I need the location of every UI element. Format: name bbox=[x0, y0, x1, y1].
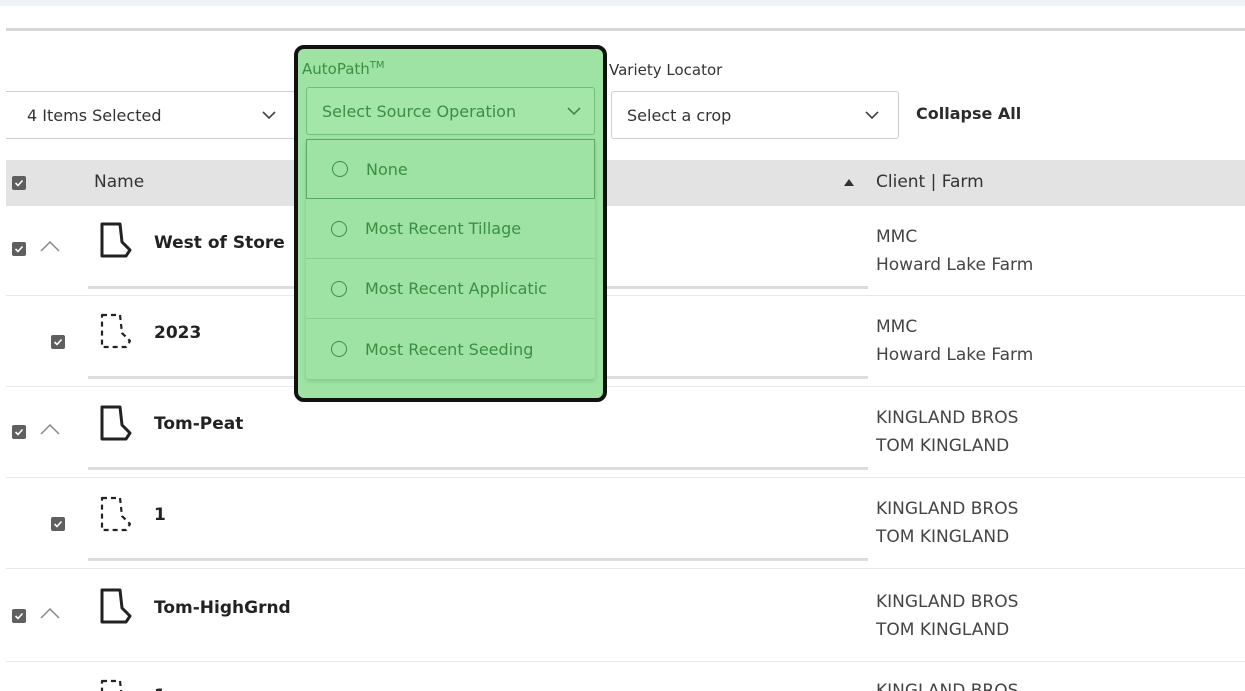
farm-name: TOM KINGLAND bbox=[876, 436, 1010, 456]
farm-name: Howard Lake Farm bbox=[876, 345, 1034, 365]
row-divider bbox=[6, 386, 1245, 387]
checkbox-checked-icon bbox=[53, 520, 63, 528]
field-name[interactable]: 1 bbox=[154, 686, 166, 691]
source-operation-dropdown[interactable]: Select Source Operation bbox=[306, 87, 595, 135]
autopath-label: AutoPathTM bbox=[302, 60, 385, 78]
radio-icon bbox=[331, 220, 347, 237]
client-farm-cell: KINGLAND BROS TOM KINGLAND bbox=[876, 404, 1018, 460]
items-select-value: 4 Items Selected bbox=[27, 105, 162, 125]
checkbox-checked-icon bbox=[14, 612, 24, 620]
client-farm-cell: KINGLAND BROS TOM KINGLAND bbox=[876, 588, 1018, 644]
checkbox-checked-icon bbox=[14, 428, 24, 436]
sub-field-boundary-icon bbox=[100, 496, 132, 532]
row-progress-bar bbox=[88, 467, 868, 470]
row-checkbox[interactable] bbox=[51, 335, 65, 349]
items-select-dropdown[interactable]: 4 Items Selected bbox=[6, 91, 296, 139]
field-boundary-icon bbox=[100, 222, 132, 258]
collapse-all-button[interactable]: Collapse All bbox=[916, 94, 1021, 134]
option-label: Most Recent Seeding bbox=[365, 339, 534, 359]
option-most-recent-application[interactable]: Most Recent Applicatic bbox=[306, 259, 595, 319]
sub-field-boundary-icon bbox=[100, 313, 132, 349]
row-divider bbox=[6, 295, 1245, 296]
sub-field-boundary-icon bbox=[100, 679, 123, 691]
source-operation-options: None Most Recent Tillage Most Recent App… bbox=[306, 139, 595, 379]
client-farm-cell: KINGLAND BROS TOM KINGLAND bbox=[876, 495, 1018, 551]
client-name: MMC bbox=[876, 317, 918, 337]
row-checkbox[interactable] bbox=[12, 609, 26, 623]
checkbox-checked-icon bbox=[14, 245, 24, 253]
field-boundary-icon bbox=[100, 588, 132, 624]
row-divider bbox=[6, 568, 1245, 569]
chevron-up-icon[interactable] bbox=[39, 422, 61, 436]
option-none[interactable]: None bbox=[306, 139, 595, 199]
divider bbox=[6, 28, 1245, 31]
option-label: Most Recent Applicatic bbox=[365, 279, 547, 298]
row-divider bbox=[6, 477, 1245, 478]
client-name: KINGLAND BROS bbox=[876, 681, 1019, 691]
chevron-up-icon[interactable] bbox=[39, 606, 61, 620]
farm-name: TOM KINGLAND bbox=[876, 620, 1010, 640]
farm-name: Howard Lake Farm bbox=[876, 255, 1034, 275]
row-checkbox[interactable] bbox=[12, 242, 26, 256]
column-header-client-farm[interactable]: Client | Farm bbox=[876, 172, 984, 192]
chevron-down-icon bbox=[567, 107, 581, 116]
option-label: None bbox=[366, 159, 408, 179]
field-name[interactable]: West of Store bbox=[154, 233, 285, 253]
client-farm-cell: KINGLAND BROS bbox=[876, 677, 1018, 691]
variety-select-value: Select a crop bbox=[627, 105, 732, 125]
client-name: KINGLAND BROS bbox=[876, 592, 1019, 612]
row-divider bbox=[6, 661, 1245, 662]
variety-select-dropdown[interactable]: Select a crop bbox=[611, 91, 899, 139]
field-name[interactable]: Tom-Peat bbox=[154, 414, 243, 434]
row-progress-bar bbox=[88, 558, 868, 561]
chevron-down-icon bbox=[865, 111, 879, 120]
field-boundary-icon bbox=[100, 405, 132, 441]
option-most-recent-tillage[interactable]: Most Recent Tillage bbox=[306, 199, 595, 259]
checkbox-checked-icon bbox=[53, 338, 63, 346]
column-header-name[interactable]: Name bbox=[94, 172, 144, 192]
chevron-down-icon bbox=[262, 111, 276, 120]
radio-icon bbox=[331, 280, 347, 297]
radio-icon bbox=[331, 341, 347, 357]
variety-locator-label: Variety Locator bbox=[609, 61, 723, 79]
field-name[interactable]: 2023 bbox=[154, 323, 201, 343]
client-name: KINGLAND BROS bbox=[876, 499, 1019, 519]
row-checkbox[interactable] bbox=[51, 517, 65, 531]
chevron-up-icon[interactable] bbox=[39, 239, 61, 253]
select-all-checkbox[interactable] bbox=[12, 176, 26, 190]
fields-panel: 4 Items Selected Variety Locator Select … bbox=[6, 6, 1245, 691]
option-label: Most Recent Tillage bbox=[365, 219, 522, 238]
farm-name: TOM KINGLAND bbox=[876, 527, 1010, 547]
field-name[interactable]: 1 bbox=[154, 505, 166, 525]
checkbox-checked-icon bbox=[14, 179, 24, 187]
client-farm-cell: MMC Howard Lake Farm bbox=[876, 223, 1033, 279]
option-most-recent-seeding[interactable]: Most Recent Seeding bbox=[306, 319, 595, 379]
client-name: MMC bbox=[876, 227, 918, 247]
client-name: KINGLAND BROS bbox=[876, 408, 1019, 428]
client-farm-cell: MMC Howard Lake Farm bbox=[876, 313, 1033, 369]
autopath-highlight: AutoPathTM Select Source Operation None … bbox=[294, 45, 607, 402]
row-checkbox[interactable] bbox=[12, 425, 26, 439]
field-name[interactable]: Tom-HighGrnd bbox=[154, 598, 291, 618]
radio-icon bbox=[332, 161, 348, 177]
sort-ascending-icon[interactable] bbox=[844, 178, 854, 186]
table-header bbox=[6, 160, 1245, 206]
source-operation-value: Select Source Operation bbox=[322, 101, 517, 121]
